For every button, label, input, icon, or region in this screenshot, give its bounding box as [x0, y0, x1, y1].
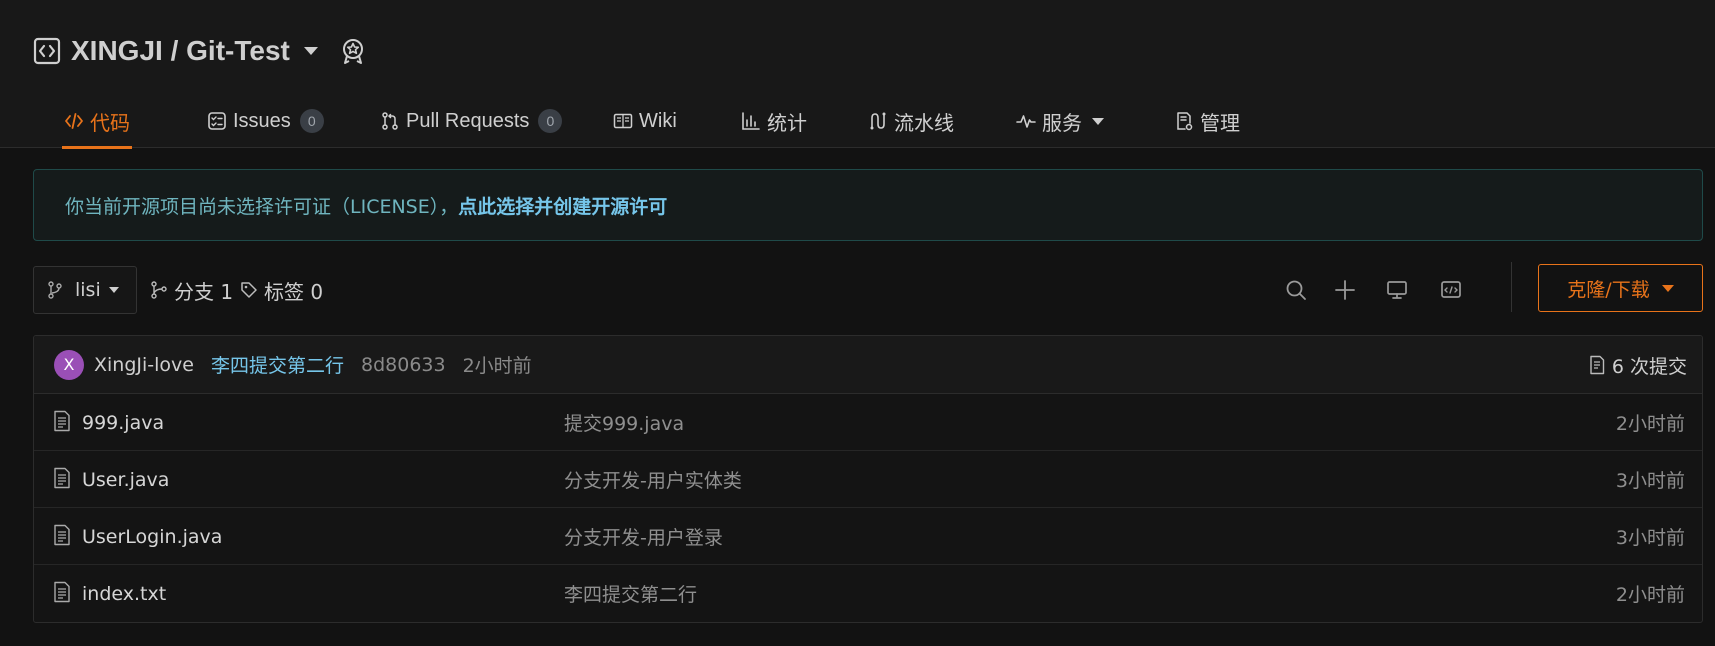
create-license-link[interactable]: 点此选择并创建开源许可	[458, 192, 667, 219]
tab-label: 代码	[90, 112, 130, 135]
file-commit-time: 3小时前	[1615, 527, 1685, 549]
branch-selector[interactable]: lisi	[33, 266, 137, 314]
commit-message-link[interactable]: 李四提交第二行	[211, 351, 344, 378]
tab-label: 服务	[1042, 112, 1082, 135]
tab-label: Issues	[233, 109, 291, 132]
monitor-icon[interactable]	[1383, 276, 1411, 304]
wiki-book-icon	[613, 113, 633, 129]
commit-time: 2小时前	[462, 355, 532, 377]
tag-icon	[241, 282, 257, 298]
tab-pipeline[interactable]: 流水线	[868, 94, 954, 148]
tab-issues[interactable]: Issues 0	[207, 94, 324, 148]
tags-count: 标签 0	[264, 279, 324, 304]
tab-label: Pull Requests	[406, 109, 530, 132]
file-row[interactable]: 999.java 提交999.java 2小时前	[34, 394, 1702, 451]
search-icon[interactable]	[1282, 276, 1310, 304]
award-badge-icon[interactable]	[338, 36, 368, 66]
repo-title-bar: XINGJI / Git-Test	[33, 33, 368, 69]
pipeline-icon	[870, 112, 886, 130]
tab-label: 统计	[767, 112, 807, 135]
tab-label: 管理	[1200, 112, 1240, 135]
file-commit-time: 3小时前	[1615, 470, 1685, 492]
file-name[interactable]: index.txt	[82, 565, 166, 622]
chevron-down-icon	[1661, 284, 1674, 292]
latest-commit-bar: X XingJi-love 李四提交第二行 8d80633 2小时前 6 次提交	[34, 336, 1702, 394]
plus-icon[interactable]	[1331, 276, 1359, 304]
bar-chart-icon	[742, 112, 760, 130]
license-notice: 你当前开源项目尚未选择许可证（LICENSE）， 点此选择并创建开源许可	[33, 169, 1703, 241]
file-name[interactable]: User.java	[82, 451, 169, 508]
toolbar-divider	[1511, 262, 1512, 312]
branches-link[interactable]: 分支 1	[150, 266, 233, 314]
commit-author[interactable]: XingJi-love	[94, 354, 194, 376]
tab-statistics[interactable]: 统计	[741, 94, 807, 148]
repo-header: XINGJI / Git-Test 代码 Issues 0 Pull Reque…	[0, 0, 1715, 149]
git-branch-icon	[48, 281, 62, 299]
file-name[interactable]: 999.java	[82, 394, 164, 451]
issues-count-badge: 0	[299, 109, 324, 133]
pulse-icon	[1016, 115, 1036, 128]
file-name[interactable]: UserLogin.java	[82, 508, 222, 565]
tab-manage[interactable]: 管理	[1174, 94, 1240, 148]
pull-requests-count-badge: 0	[538, 109, 563, 133]
license-notice-text: 你当前开源项目尚未选择许可证（LICENSE），	[65, 195, 459, 218]
file-commit-time: 2小时前	[1615, 413, 1685, 435]
avatar[interactable]: X	[54, 349, 84, 380]
clone-download-button[interactable]: 克隆/下载	[1538, 264, 1703, 312]
commit-count: 6 次提交	[1611, 355, 1687, 378]
file-icon	[54, 581, 70, 603]
file-icon	[54, 467, 70, 489]
git-branch-icon	[151, 281, 167, 299]
pull-request-icon	[382, 112, 398, 130]
web-ide-icon[interactable]	[1437, 276, 1465, 304]
file-row[interactable]: User.java 分支开发-用户实体类 3小时前	[34, 451, 1702, 508]
repo-nav-tabs: 代码 Issues 0 Pull Requests 0 Wiki 统计 流水线 …	[33, 94, 1683, 149]
tab-pull-requests[interactable]: Pull Requests 0	[380, 94, 563, 148]
chevron-down-icon	[108, 287, 119, 293]
file-commit-message[interactable]: 李四提交第二行	[564, 565, 697, 622]
branches-count: 分支 1	[174, 279, 234, 304]
issues-icon	[208, 112, 226, 130]
commit-history-link[interactable]: 6 次提交	[1588, 336, 1687, 394]
file-commit-message[interactable]: 提交999.java	[564, 394, 684, 451]
file-commit-message[interactable]: 分支开发-用户登录	[564, 508, 723, 565]
tab-wiki[interactable]: Wiki	[613, 94, 677, 148]
commit-sha[interactable]: 8d80633	[361, 354, 446, 376]
tags-link[interactable]: 标签 0	[240, 266, 323, 314]
tab-services[interactable]: 服务	[1016, 94, 1104, 148]
file-row[interactable]: index.txt 李四提交第二行 2小时前	[34, 565, 1702, 622]
chevron-down-icon	[1092, 117, 1104, 125]
clone-download-label: 克隆/下载	[1567, 278, 1650, 301]
commit-history-icon	[1590, 355, 1605, 375]
repo-toolbar: lisi 分支 1 标签 0 克隆/下载	[33, 262, 1703, 314]
repo-name[interactable]: XINGJI / Git-Test	[71, 35, 290, 67]
file-icon	[54, 410, 70, 432]
file-icon	[54, 524, 70, 546]
chevron-down-icon[interactable]	[303, 47, 318, 55]
current-branch: lisi	[75, 279, 101, 301]
code-icon	[65, 113, 83, 129]
tab-code[interactable]: 代码	[62, 94, 132, 149]
tab-label: Wiki	[639, 109, 677, 132]
settings-doc-icon	[1177, 112, 1193, 131]
file-list-panel: X XingJi-love 李四提交第二行 8d80633 2小时前 6 次提交…	[33, 335, 1703, 623]
code-bracket-icon	[33, 37, 61, 65]
file-commit-time: 2小时前	[1615, 584, 1685, 606]
tab-label: 流水线	[894, 112, 954, 135]
file-row[interactable]: UserLogin.java 分支开发-用户登录 3小时前	[34, 508, 1702, 565]
file-commit-message[interactable]: 分支开发-用户实体类	[564, 451, 742, 508]
